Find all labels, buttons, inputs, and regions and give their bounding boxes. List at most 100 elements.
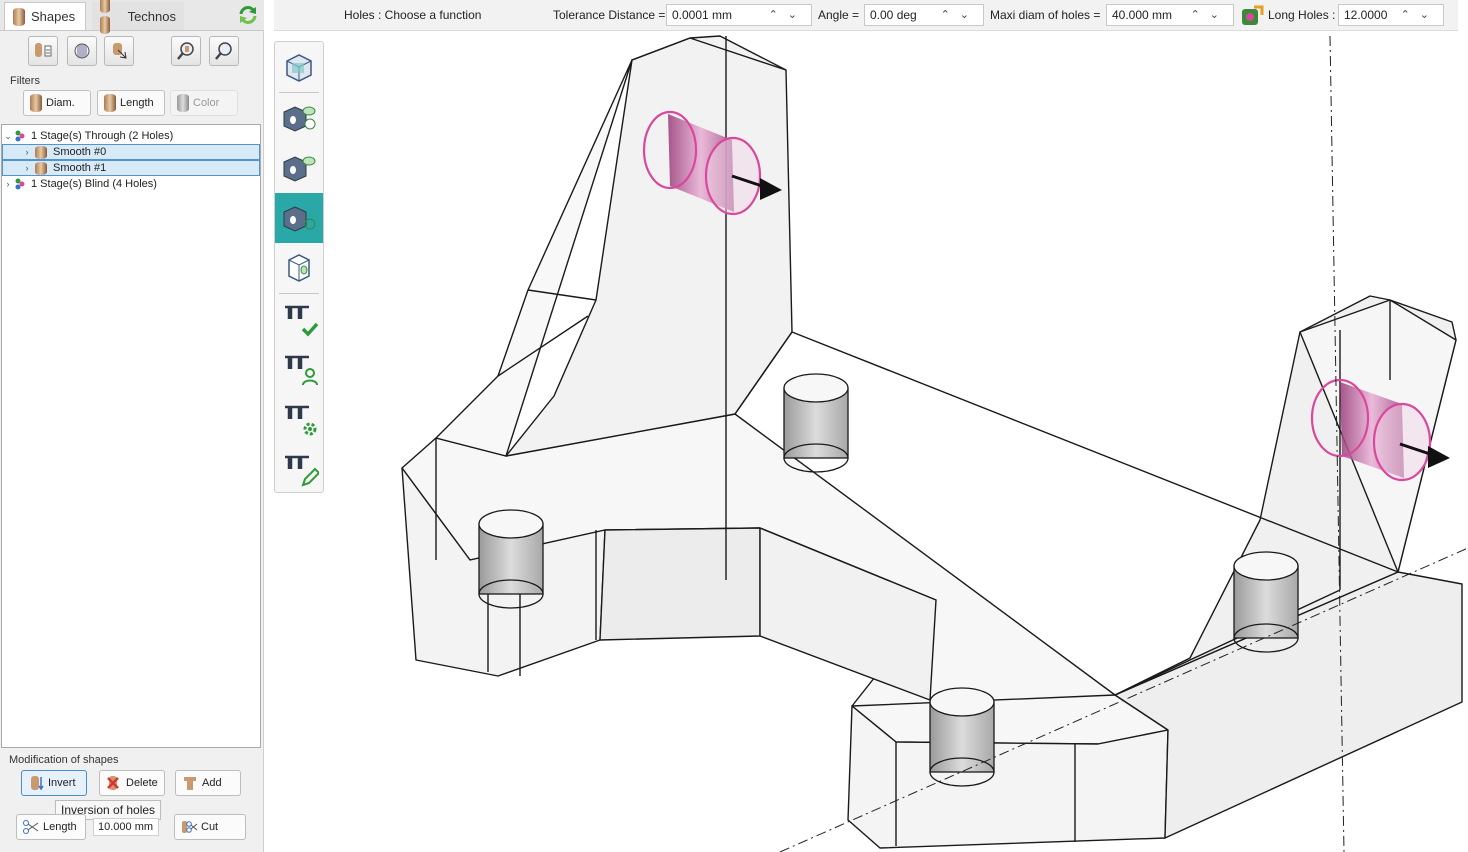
cut-button[interactable]: Cut [174, 814, 246, 840]
tab-technos-label: Technos [127, 8, 176, 24]
zoom-fit-button[interactable] [209, 36, 239, 66]
select-shapes-button[interactable] [28, 36, 58, 66]
hole-icon [35, 161, 47, 175]
long-holes-value: 12.0000 [1344, 8, 1388, 22]
hole-tree: ⌄ 1 Stage(s) Through (2 Holes) › Smooth … [1, 124, 261, 748]
chevron-right-icon[interactable]: › [2, 179, 14, 189]
add-button[interactable]: Add [175, 770, 241, 796]
tree-node-through[interactable]: ⌄ 1 Stage(s) Through (2 Holes) [2, 128, 260, 144]
add-icon [184, 777, 196, 790]
user-holes-button[interactable] [275, 344, 323, 394]
tree-item-smooth-1[interactable]: › Smooth #1 [2, 160, 260, 176]
hole-pencil-icon [285, 455, 319, 487]
filter-diameter-label: Diam. [46, 97, 75, 109]
tab-shapes[interactable]: Shapes [4, 2, 86, 30]
spin-arrows-icon[interactable]: ⌃⌄ [1191, 5, 1229, 25]
blind-holes-button[interactable] [275, 143, 323, 193]
cylinders-icon [100, 0, 122, 37]
long-holes-field[interactable]: 12.0000 ⌃⌄ [1338, 4, 1444, 26]
chevron-right-icon[interactable]: › [21, 147, 33, 157]
chevron-down-icon[interactable]: ⌄ [2, 131, 14, 142]
tree-item-smooth-0[interactable]: › Smooth #0 [2, 144, 260, 160]
cylinder-icon [13, 7, 25, 26]
box-holes-icon [283, 206, 316, 232]
magnifier-icon [177, 42, 194, 60]
box-face-icon [288, 254, 310, 282]
invert-label: Invert [48, 777, 76, 789]
invert-holes-button[interactable] [275, 193, 323, 243]
spin-arrows-icon[interactable]: ⌃⌄ [941, 5, 979, 25]
blind-hole-front[interactable] [929, 687, 995, 787]
cut-label: Cut [201, 821, 219, 833]
status-text: Holes : Choose a function [344, 8, 482, 22]
blind-hole-left[interactable] [478, 509, 544, 609]
blind-hole-right[interactable] [1233, 551, 1299, 653]
hole-user-icon [285, 355, 318, 386]
delete-icon [107, 776, 119, 790]
filter-diameter-button[interactable]: Diam. [23, 90, 91, 116]
box-holes-icon [283, 156, 316, 182]
long-holes-icon[interactable] [1240, 3, 1264, 27]
filter-length-label: Length [120, 97, 154, 109]
hole-group-icon [15, 130, 25, 142]
settings-holes-button[interactable] [275, 394, 323, 444]
box-holes-icon [283, 106, 316, 132]
refresh-icon[interactable] [236, 3, 260, 27]
tab-technos[interactable]: Technos [92, 0, 184, 34]
tab-shapes-label: Shapes [31, 9, 76, 24]
invert-button[interactable]: Invert [21, 770, 87, 796]
maxi-diam-field[interactable]: 40.000 mm ⌃⌄ [1106, 4, 1234, 26]
chevron-right-icon[interactable]: › [21, 163, 33, 173]
diameter-icon [30, 94, 42, 112]
color-icon [177, 94, 189, 112]
angle-label: Angle = [818, 8, 860, 22]
filter-color-button: Color [170, 90, 238, 116]
hole-check-icon [285, 305, 319, 337]
shape-tools [0, 36, 264, 72]
edit-holes-button[interactable] [275, 444, 323, 494]
hole-gear-icon [285, 405, 317, 436]
hole-functions-toolbar [274, 41, 324, 493]
cut-length-label: Length [43, 821, 77, 833]
angle-value: 0.00 deg [870, 8, 917, 22]
scissors-icon [182, 821, 198, 833]
filter-color-label: Color [193, 97, 220, 109]
top-toolbar: Holes : Choose a function Tolerance Dist… [274, 0, 1458, 31]
spin-arrows-icon[interactable]: ⌃⌄ [769, 5, 807, 25]
select-holes-button[interactable] [67, 36, 97, 66]
face-holes-button[interactable] [275, 243, 323, 293]
tolerance-label: Tolerance Distance = [553, 8, 666, 22]
maxi-diam-value: 40.000 mm [1112, 8, 1173, 22]
tolerance-value: 0.0001 mm [672, 8, 733, 22]
cut-length-input[interactable]: 10.000 mm [93, 818, 159, 836]
angle-field[interactable]: 0.00 deg ⌃⌄ [864, 4, 984, 26]
scissors-icon [23, 820, 39, 834]
3d-viewport[interactable] [330, 32, 1468, 852]
long-holes-label: Long Holes : [1268, 8, 1336, 22]
blind-hole-top[interactable] [783, 373, 849, 473]
tree-item-label: Smooth #1 [53, 162, 107, 174]
tolerance-field[interactable]: 0.0001 mm ⌃⌄ [666, 4, 812, 26]
validate-holes-button[interactable] [275, 294, 323, 344]
zoom-select-button[interactable] [171, 36, 201, 66]
box-detect-icon [286, 54, 312, 82]
select-holes-icon [74, 43, 90, 59]
tree-node-label: 1 Stage(s) Through (2 Holes) [31, 130, 174, 142]
cut-length-button[interactable]: Length [16, 814, 86, 840]
tree-item-label: Smooth #0 [53, 146, 107, 158]
spin-arrows-icon[interactable]: ⌃⌄ [1401, 5, 1439, 25]
length-icon [104, 94, 116, 112]
pick-face-button[interactable] [104, 36, 134, 66]
hole-group-icon [15, 178, 25, 190]
through-holes-button[interactable] [275, 93, 323, 143]
hole-detection-button[interactable] [275, 42, 323, 92]
delete-label: Delete [126, 777, 158, 789]
tree-node-blind[interactable]: › 1 Stage(s) Blind (4 Holes) [2, 176, 260, 192]
maxi-diam-label: Maxi diam of holes = [990, 8, 1101, 22]
invert-icon [31, 776, 44, 791]
filter-length-button[interactable]: Length [97, 90, 165, 116]
pick-face-icon [113, 43, 127, 59]
tree-node-label: 1 Stage(s) Blind (4 Holes) [31, 178, 157, 190]
modification-label: Modification of shapes [9, 754, 119, 766]
delete-button[interactable]: Delete [99, 770, 165, 796]
